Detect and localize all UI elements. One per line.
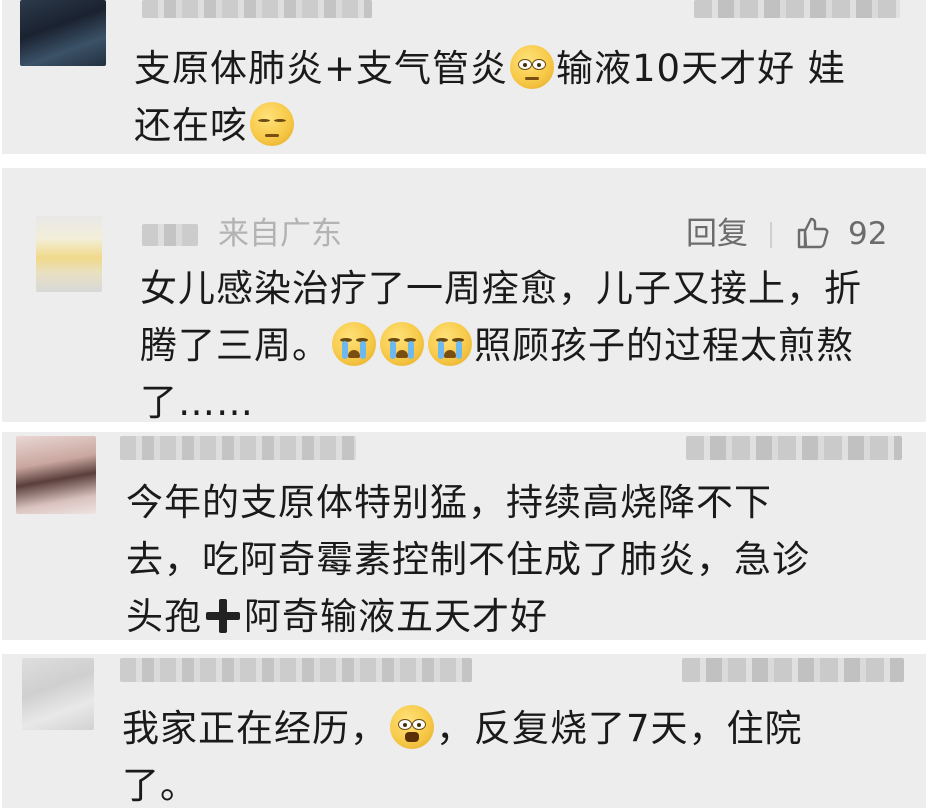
heavy-plus-icon bbox=[206, 599, 240, 633]
comment-text: 女儿感染治疗了一周痊愈，儿子又接上，折 腾了三周。 照顾孩子的过程太煎熬 了…… bbox=[140, 260, 910, 422]
comment-text-line: 照顾孩子的过程太煎熬 bbox=[474, 324, 854, 367]
avatar[interactable] bbox=[36, 216, 102, 292]
comment-text-line: 阿奇输液五天才好 bbox=[244, 595, 548, 638]
comment-card-2: 来自广东 回复 92 女儿感染治疗了一周痊愈，儿子又接上，折 腾了三周。 照顾孩子… bbox=[2, 168, 926, 422]
comment-text-line: 今年的支原体特别猛，持续高烧降不下 bbox=[126, 481, 772, 524]
avatar[interactable] bbox=[22, 658, 94, 730]
meta-blurred bbox=[686, 436, 902, 460]
comment-text-line: 头孢 bbox=[126, 595, 202, 638]
comment-card-1: 支原体肺炎+支气管炎 输液10天才好 娃 还在咳 bbox=[2, 0, 926, 154]
comment-text: 我家正在经历， ，反复烧了7天，住院 了。 bbox=[122, 700, 912, 808]
meta-blurred bbox=[682, 658, 904, 682]
avatar[interactable] bbox=[20, 0, 106, 66]
username-blurred[interactable] bbox=[120, 436, 356, 460]
location-label: 来自广东 bbox=[218, 216, 342, 252]
comment-text-line: 输液10天才好 娃 bbox=[556, 47, 846, 90]
comment-feed: 支原体肺炎+支气管炎 输液10天才好 娃 还在咳 来自广东 回复 92 女儿感染治… bbox=[0, 0, 928, 808]
divider bbox=[770, 222, 772, 248]
comment-text-line: 腾了三周。 bbox=[140, 324, 330, 367]
rolling-eyes-emoji-icon bbox=[510, 45, 555, 89]
username-blurred[interactable] bbox=[120, 658, 472, 682]
comment-text: 今年的支原体特别猛，持续高烧降不下 去，吃阿奇霉素控制不住成了肺炎，急诊 头孢阿… bbox=[126, 474, 916, 640]
avatar[interactable] bbox=[16, 436, 96, 514]
crying-emoji-icon bbox=[380, 322, 424, 366]
expressionless-emoji-icon bbox=[250, 102, 294, 146]
comment-text-line: 去，吃阿奇霉素控制不住成了肺炎，急诊 bbox=[126, 538, 810, 581]
like-count: 92 bbox=[848, 216, 888, 252]
crying-emoji-icon bbox=[428, 322, 472, 366]
username-blurred[interactable] bbox=[142, 224, 198, 246]
comment-text-line: 了…… bbox=[140, 381, 254, 422]
comment-text-line: 还在咳 bbox=[134, 104, 248, 147]
comment-text-line: 了。 bbox=[122, 764, 198, 807]
loudly-crying-emoji-icon bbox=[390, 705, 434, 749]
crying-emoji-icon bbox=[332, 322, 376, 366]
comment-text-line: 我家正在经历， bbox=[122, 707, 388, 750]
comment-card-4: 我家正在经历， ，反复烧了7天，住院 了。 bbox=[2, 654, 926, 808]
comment-text: 支原体肺炎+支气管炎 输液10天才好 娃 还在咳 bbox=[134, 40, 914, 154]
comment-text-line: ，反复烧了7天，住院 bbox=[436, 707, 803, 750]
username-blurred[interactable] bbox=[142, 0, 372, 18]
reply-button[interactable]: 回复 bbox=[686, 216, 748, 252]
meta-blurred bbox=[694, 0, 900, 18]
comment-card-3: 今年的支原体特别猛，持续高烧降不下 去，吃阿奇霉素控制不住成了肺炎，急诊 头孢阿… bbox=[2, 432, 926, 640]
comment-text-line: 支原体肺炎+支气管炎 bbox=[134, 47, 509, 90]
thumbs-up-icon[interactable] bbox=[796, 216, 830, 250]
comment-text-line: 女儿感染治疗了一周痊愈，儿子又接上，折 bbox=[140, 267, 862, 310]
